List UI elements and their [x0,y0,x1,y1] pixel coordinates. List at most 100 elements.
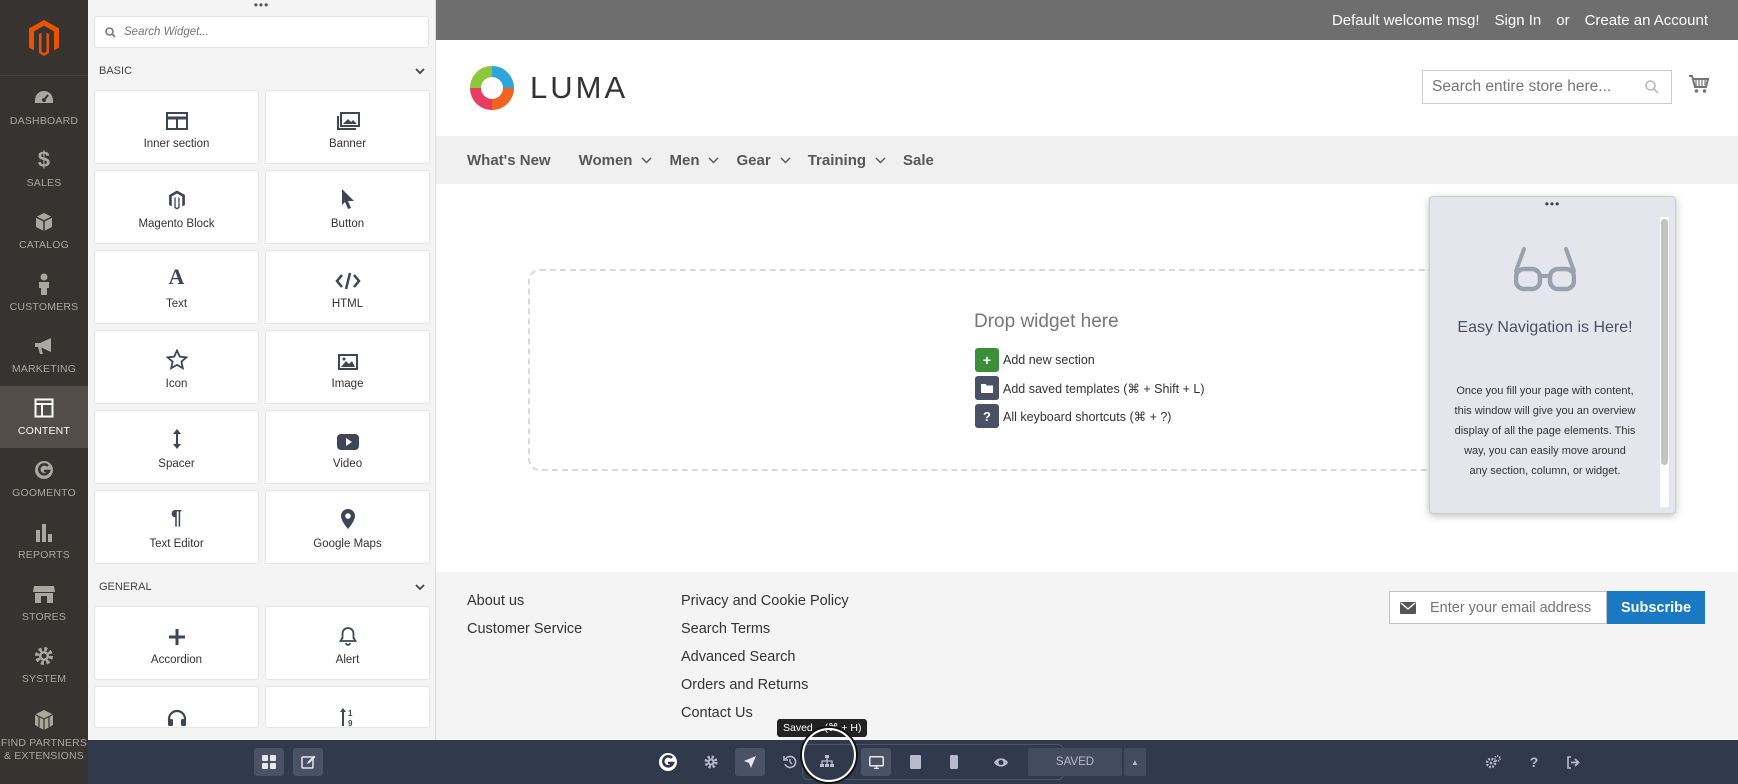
exit-button[interactable] [1558,748,1588,776]
edit-page-button[interactable] [293,748,323,776]
mobile-view-button[interactable] [939,748,969,776]
settings-button[interactable] [696,748,726,776]
create-account-link[interactable]: Create an Account [1585,12,1708,29]
menu-sale[interactable]: Sale [903,152,934,169]
location-arrow-icon [744,756,756,768]
subscribe-button[interactable]: Subscribe [1607,591,1705,624]
widget-text-editor[interactable]: ¶ Text Editor [94,490,259,564]
footer-link-privacy[interactable]: Privacy and Cookie Policy [681,592,849,620]
sign-in-link[interactable]: Sign In [1495,12,1542,29]
goomento-logo-button[interactable] [653,748,683,776]
nav-goomento[interactable]: GOOMENTO [0,448,88,510]
widget-icon[interactable]: Icon [94,330,259,404]
widget-label: Alert [335,654,360,666]
store-header: LUMA [436,40,1738,136]
store-search[interactable] [1422,70,1672,104]
boxes-icon [33,709,55,731]
widget-button[interactable]: Button [265,170,430,244]
widget-label: Spacer [158,458,195,470]
footer-link-customer-service[interactable]: Customer Service [467,620,582,648]
help-button[interactable]: ? [1519,748,1549,776]
magento-logo[interactable] [0,0,88,76]
widget-audio[interactable] [94,686,259,728]
nav-dashboard[interactable]: DASHBOARD [0,76,88,138]
menu-gear[interactable]: Gear [736,152,791,169]
svg-text:1: 1 [348,709,353,718]
gear-icon [33,645,55,667]
history-button[interactable] [775,748,805,776]
nav-system[interactable]: SYSTEM [0,634,88,696]
navigator-button[interactable] [735,748,765,776]
menu-whats-new[interactable]: What's New [467,152,551,169]
footer-link-search-terms[interactable]: Search Terms [681,620,849,648]
builder-toolbar: SAVED ▲ ? [88,740,1738,784]
plus-icon: + [975,348,999,372]
section-general-header[interactable]: GENERAL [88,568,435,606]
preview-button[interactable] [986,748,1016,776]
add-saved-templates-button[interactable]: Add saved templates (⌘ + Shift + L) [975,376,1205,400]
nav-reports[interactable]: REPORTS [0,510,88,572]
widget-counter[interactable]: 19 [265,686,430,728]
menu-women[interactable]: Women [579,152,653,169]
menu-men[interactable]: Men [669,152,719,169]
widget-spacer[interactable]: Spacer [94,410,259,484]
edit-icon [300,755,315,769]
arrows-vertical-icon [172,424,182,450]
footer-links-2: Privacy and Cookie Policy Search Terms A… [681,592,849,732]
widget-text[interactable]: A Text [94,250,259,324]
store-search-input[interactable] [1432,78,1637,96]
widget-image[interactable]: Image [265,330,430,404]
admin-sidebar: DASHBOARD $ SALES CATALOG CUSTOMERS MARK… [0,0,88,784]
tablet-view-button[interactable] [900,748,930,776]
nav-find-partners[interactable]: FIND PARTNERS & EXTENSIONS [0,696,88,776]
widget-alert[interactable]: Alert [265,606,430,680]
newsletter-email-input[interactable] [1430,599,1600,616]
nav-marketing[interactable]: MARKETING [0,324,88,386]
footer-link-orders-returns[interactable]: Orders and Returns [681,676,849,704]
navigator-scrollbar[interactable] [1661,219,1668,465]
navigator-drag-handle[interactable]: ••• [1430,197,1675,215]
footer-link-about-us[interactable]: About us [467,592,582,620]
desktop-view-button[interactable] [861,748,891,776]
dropzone-actions: + Add new section Add saved templates (⌘… [975,348,1205,432]
save-options-button[interactable]: ▲ [1124,748,1146,776]
widget-panel: ••• BASIC Inner section Banner Magento B… [88,0,436,740]
widget-accordion[interactable]: Accordion [94,606,259,680]
builder-settings-button[interactable] [1478,748,1508,776]
nav-customers[interactable]: CUSTOMERS [0,262,88,324]
section-basic-header[interactable]: BASIC [88,52,435,90]
svg-text:9: 9 [348,719,353,727]
widget-google-maps[interactable]: Google Maps [265,490,430,564]
footer-link-advanced-search[interactable]: Advanced Search [681,648,849,676]
columns-icon [165,104,188,130]
menu-training[interactable]: Training [808,152,886,169]
minicart[interactable] [1688,74,1710,99]
newsletter-field[interactable] [1389,591,1607,624]
nav-content[interactable]: CONTENT [0,386,88,448]
nav-catalog[interactable]: CATALOG [0,200,88,262]
widget-html[interactable]: HTML [265,250,430,324]
widget-video[interactable]: Video [265,410,430,484]
add-new-section-button[interactable]: + Add new section [975,348,1205,372]
save-button[interactable]: SAVED [1028,748,1122,776]
navigator-title: Easy Navigation is Here! [1457,319,1633,336]
panel-drag-handle[interactable]: ••• [88,0,435,14]
nav-label: REPORTS [18,549,70,561]
widget-label: Image [331,378,364,390]
mobile-icon [950,755,958,769]
store-footer: About us Customer Service Privacy and Co… [436,572,1738,740]
widget-banner[interactable]: Banner [265,90,430,164]
search-icon[interactable] [1645,80,1659,94]
widgets-panel-button[interactable] [254,748,284,776]
luma-logo[interactable]: LUMA [466,62,628,114]
folder-icon [975,376,999,400]
widget-search-input[interactable] [124,26,384,38]
nav-sales[interactable]: $ SALES [0,138,88,200]
nav-stores[interactable]: STORES [0,572,88,634]
map-marker-icon [340,504,356,530]
widget-label: HTML [331,298,364,310]
widget-search[interactable] [94,16,429,48]
keyboard-shortcuts-button[interactable]: ? All keyboard shortcuts (⌘ + ?) [975,404,1205,428]
widget-inner-section[interactable]: Inner section [94,90,259,164]
widget-magento-block[interactable]: Magento Block [94,170,259,244]
